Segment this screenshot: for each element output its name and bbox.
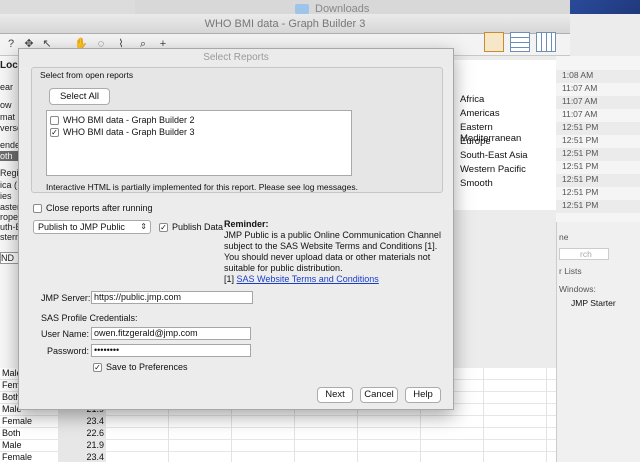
table-row: Female 23.4 xyxy=(0,452,556,462)
help-icon[interactable]: ? xyxy=(4,37,18,51)
open-reports-group: Select from open reports Select All WHO … xyxy=(31,67,443,193)
cancel-button[interactable]: Cancel xyxy=(360,387,398,403)
value-cell: 21.9 xyxy=(86,440,104,450)
graph-legend: Africa Americas Eastern Mediterranean Eu… xyxy=(452,60,556,210)
time-label: 12:51 PM xyxy=(556,200,640,213)
table-fragment: ende xyxy=(0,140,20,150)
table-row: Male 21.9 xyxy=(0,440,556,452)
legend-item-smooth: Smooth xyxy=(460,178,493,189)
table-fragment: Regio xyxy=(0,168,20,178)
server-label: JMP Server: xyxy=(41,293,91,303)
save-preferences-checkbox-checked[interactable]: ✓ xyxy=(93,363,102,372)
report-label: WHO BMI data - Graph Builder 2 xyxy=(63,115,195,125)
table-fragment: ica ( xyxy=(0,180,18,190)
time-label: 11:07 AM xyxy=(562,83,598,93)
time-label: 12:51 PM xyxy=(562,161,599,171)
dialog-title: Select Reports xyxy=(19,49,453,67)
table-fragment: ear xyxy=(0,82,14,92)
reminder-title: Reminder: xyxy=(224,219,269,229)
legend-item: Africa xyxy=(460,94,485,105)
sex-cell: Male xyxy=(2,440,22,450)
report-checkbox[interactable] xyxy=(50,116,59,125)
jmp-home-panel: ne rch r Lists Windows: JMP Starter xyxy=(556,222,640,462)
help-button[interactable]: Help xyxy=(405,387,441,403)
password-input[interactable]: •••••••• xyxy=(91,344,251,357)
report-checkbox-checked[interactable]: ✓ xyxy=(50,128,59,137)
lists-label: r Lists xyxy=(559,266,582,276)
password-label: Password: xyxy=(47,346,90,356)
reminder-ref: [1] xyxy=(224,274,235,284)
legend-item: Western Pacific xyxy=(460,164,526,175)
legend-item: South-East Asia xyxy=(460,150,528,161)
report-label: WHO BMI data - Graph Builder 3 xyxy=(63,127,195,137)
panel-tab-label: ne xyxy=(559,232,569,242)
table-fragment: ND xyxy=(0,252,20,264)
table-fragment: ow xyxy=(0,100,12,110)
table-fragment: astern xyxy=(0,202,20,212)
legend-item: Europe xyxy=(460,136,491,147)
chevron-updown-icon: ⇕ xyxy=(140,222,147,231)
terms-link[interactable]: SAS Website Terms and Conditions xyxy=(237,274,379,284)
reminder-text: JMP Public is a public Online Communicat… xyxy=(224,230,441,273)
reminder-notice: Reminder: JMP Public is a public Online … xyxy=(224,219,449,285)
publish-data-label: Publish Data xyxy=(172,222,224,232)
data-table-left-column: Loca ear ow mat verse ende oth Regio ica… xyxy=(0,56,20,406)
server-input[interactable]: https://public.jmp.com xyxy=(91,291,253,304)
table-icon[interactable] xyxy=(510,32,530,52)
time-label: 12:51 PM xyxy=(556,122,640,135)
time-label: 11:07 AM xyxy=(562,109,598,119)
value-cell: 23.4 xyxy=(86,416,104,426)
table-fragment: oth xyxy=(0,151,20,161)
credentials-label: SAS Profile Credentials: xyxy=(41,313,138,323)
folder-icon xyxy=(295,4,309,14)
save-preferences-checkbox-row[interactable]: ✓ Save to Preferences xyxy=(93,362,253,374)
search-input[interactable]: rch xyxy=(559,248,609,260)
time-label: 1:08 AM xyxy=(556,70,640,83)
html-note: Interactive HTML is partially implemente… xyxy=(46,182,358,192)
value-cell: 22.6 xyxy=(86,428,104,438)
time-label: 11:07 AM xyxy=(556,96,640,109)
table-fragment: verse xyxy=(0,123,20,133)
table-row: Both 22.6 xyxy=(0,428,556,440)
table-fragment: Loca xyxy=(0,60,20,71)
windows-label: Windows: xyxy=(559,284,596,294)
username-input[interactable]: owen.fitzgerald@jmp.com xyxy=(91,327,251,340)
script-icon[interactable] xyxy=(484,32,504,52)
graph-builder-title: WHO BMI data - Graph Builder 3 xyxy=(204,18,366,30)
table-row: Female 23.4 xyxy=(0,416,556,428)
report-item[interactable]: ✓ WHO BMI data - Graph Builder 3 xyxy=(50,127,346,139)
graph-builder-view-icons xyxy=(480,30,570,56)
close-reports-label: Close reports after running xyxy=(46,203,153,213)
sex-cell: Both xyxy=(2,428,21,438)
table-fragment: ies xyxy=(0,191,12,201)
report-item[interactable]: WHO BMI data - Graph Builder 2 xyxy=(50,115,346,127)
save-preferences-label: Save to Preferences xyxy=(106,362,188,372)
sex-cell: Female xyxy=(2,416,33,426)
table-fragment: rope xyxy=(0,212,19,222)
select-all-button[interactable]: Select All xyxy=(49,88,110,105)
group-label: Select from open reports xyxy=(40,70,134,80)
jmp-starter-item[interactable]: JMP Starter xyxy=(571,298,616,308)
select-reports-dialog: Select Reports Select from open reports … xyxy=(18,48,454,410)
columns-icon[interactable] xyxy=(536,32,556,52)
time-label: 12:51 PM xyxy=(556,148,640,161)
report-list[interactable]: WHO BMI data - Graph Builder 2 ✓ WHO BMI… xyxy=(46,110,352,176)
time-label: 12:51 PM xyxy=(562,187,599,197)
publish-destination-value: Publish to JMP Public xyxy=(38,222,125,232)
next-button[interactable]: Next xyxy=(317,387,353,403)
table-fragment: mat xyxy=(0,112,16,122)
table-fragment: stern xyxy=(0,232,20,242)
table-fragment: uth-E xyxy=(0,222,20,232)
time-label: 12:51 PM xyxy=(556,174,640,187)
close-reports-checkbox-row[interactable]: Close reports after running xyxy=(33,203,233,215)
username-label: User Name: xyxy=(41,329,90,339)
publish-data-checkbox-checked[interactable]: ✓ xyxy=(159,223,168,232)
publish-destination-select[interactable]: Publish to JMP Public ⇕ xyxy=(33,220,151,234)
time-label: 12:51 PM xyxy=(562,135,599,145)
legend-item: Americas xyxy=(460,108,500,119)
sex-cell: Female xyxy=(2,452,33,462)
value-cell: 23.4 xyxy=(86,452,104,462)
close-reports-checkbox[interactable] xyxy=(33,204,42,213)
